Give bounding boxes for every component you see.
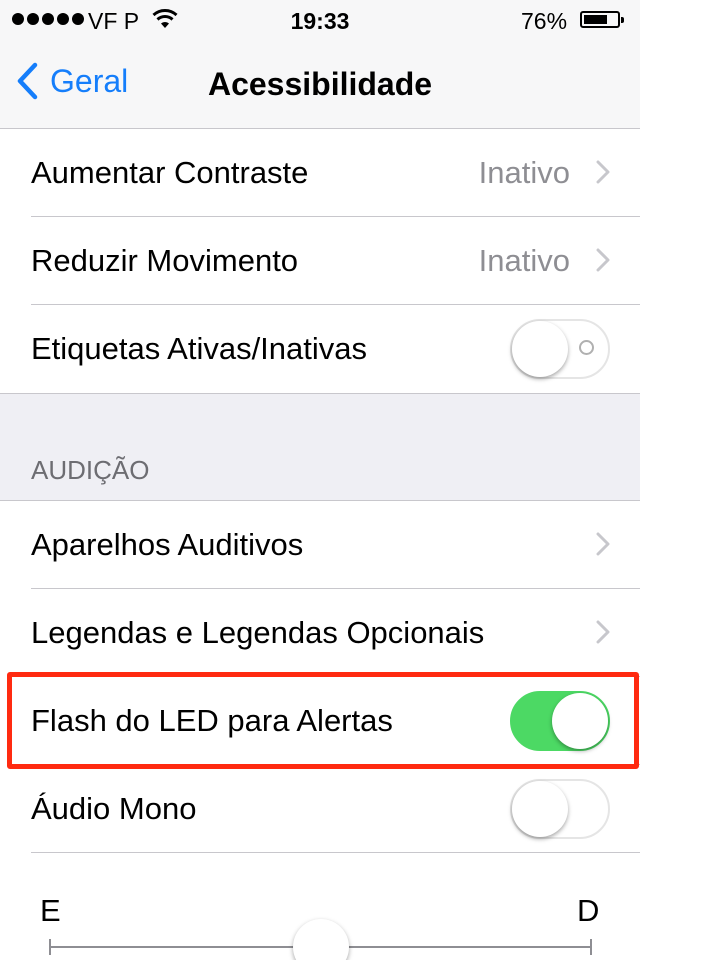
- navigation-bar: VF P 19:33 76% Geral Acessibilidade: [0, 0, 640, 129]
- section-header-hearing: AUDIÇÃO: [31, 455, 150, 485]
- list-item-label: Etiquetas Ativas/Inativas: [31, 331, 368, 366]
- audio-balance-control: E D: [0, 853, 640, 960]
- battery-icon: [580, 11, 624, 28]
- list-item-hearing-aids[interactable]: Aparelhos Auditivos: [0, 501, 640, 589]
- list-item-label: Reduzir Movimento: [31, 243, 299, 278]
- list-item-label: Legendas e Legendas Opcionais: [31, 615, 485, 650]
- led-flash-alerts-toggle[interactable]: [510, 691, 610, 751]
- page-title: Acessibilidade: [207, 66, 433, 102]
- list-item-label: Flash do LED para Alertas: [31, 703, 393, 738]
- chevron-right-icon: [596, 532, 610, 556]
- chevron-right-icon: [596, 160, 610, 184]
- list-item-value: Inativo: [478, 243, 570, 278]
- off-indicator-icon: [579, 340, 594, 355]
- list-item-increase-contrast[interactable]: Aumentar Contraste Inativo: [0, 129, 640, 217]
- battery-percentage: 76%: [521, 8, 568, 34]
- list-item-value: Inativo: [478, 155, 570, 190]
- status-bar: VF P 19:33 76%: [0, 0, 640, 40]
- balance-left-label: E: [40, 893, 61, 928]
- list-item-label: Aumentar Contraste: [31, 155, 309, 190]
- settings-screen: VF P 19:33 76% Geral Acessibilidade Aume…: [0, 0, 640, 960]
- hearing-settings-group: Aparelhos Auditivos Legendas e Legendas …: [0, 501, 640, 853]
- list-item-label: Áudio Mono: [31, 791, 197, 826]
- balance-slider-thumb[interactable]: [293, 919, 349, 960]
- list-item-mono-audio: Áudio Mono: [0, 765, 640, 853]
- balance-tick-right: [590, 939, 592, 955]
- on-off-labels-toggle[interactable]: [510, 319, 610, 379]
- vision-settings-group: Aumentar Contraste Inativo Reduzir Movim…: [0, 129, 640, 394]
- mono-audio-toggle[interactable]: [510, 779, 610, 839]
- chevron-right-icon: [596, 620, 610, 644]
- page-margin: [640, 0, 721, 960]
- list-item-on-off-labels: Etiquetas Ativas/Inativas: [0, 305, 640, 393]
- chevron-right-icon: [596, 248, 610, 272]
- balance-right-label: D: [577, 893, 600, 928]
- list-item-reduce-motion[interactable]: Reduzir Movimento Inativo: [0, 217, 640, 305]
- list-item-led-flash-alerts: Flash do LED para Alertas: [0, 677, 640, 765]
- list-item-subtitles-captioning[interactable]: Legendas e Legendas Opcionais: [0, 589, 640, 677]
- balance-tick-left: [49, 939, 51, 955]
- list-item-label: Aparelhos Auditivos: [31, 527, 304, 562]
